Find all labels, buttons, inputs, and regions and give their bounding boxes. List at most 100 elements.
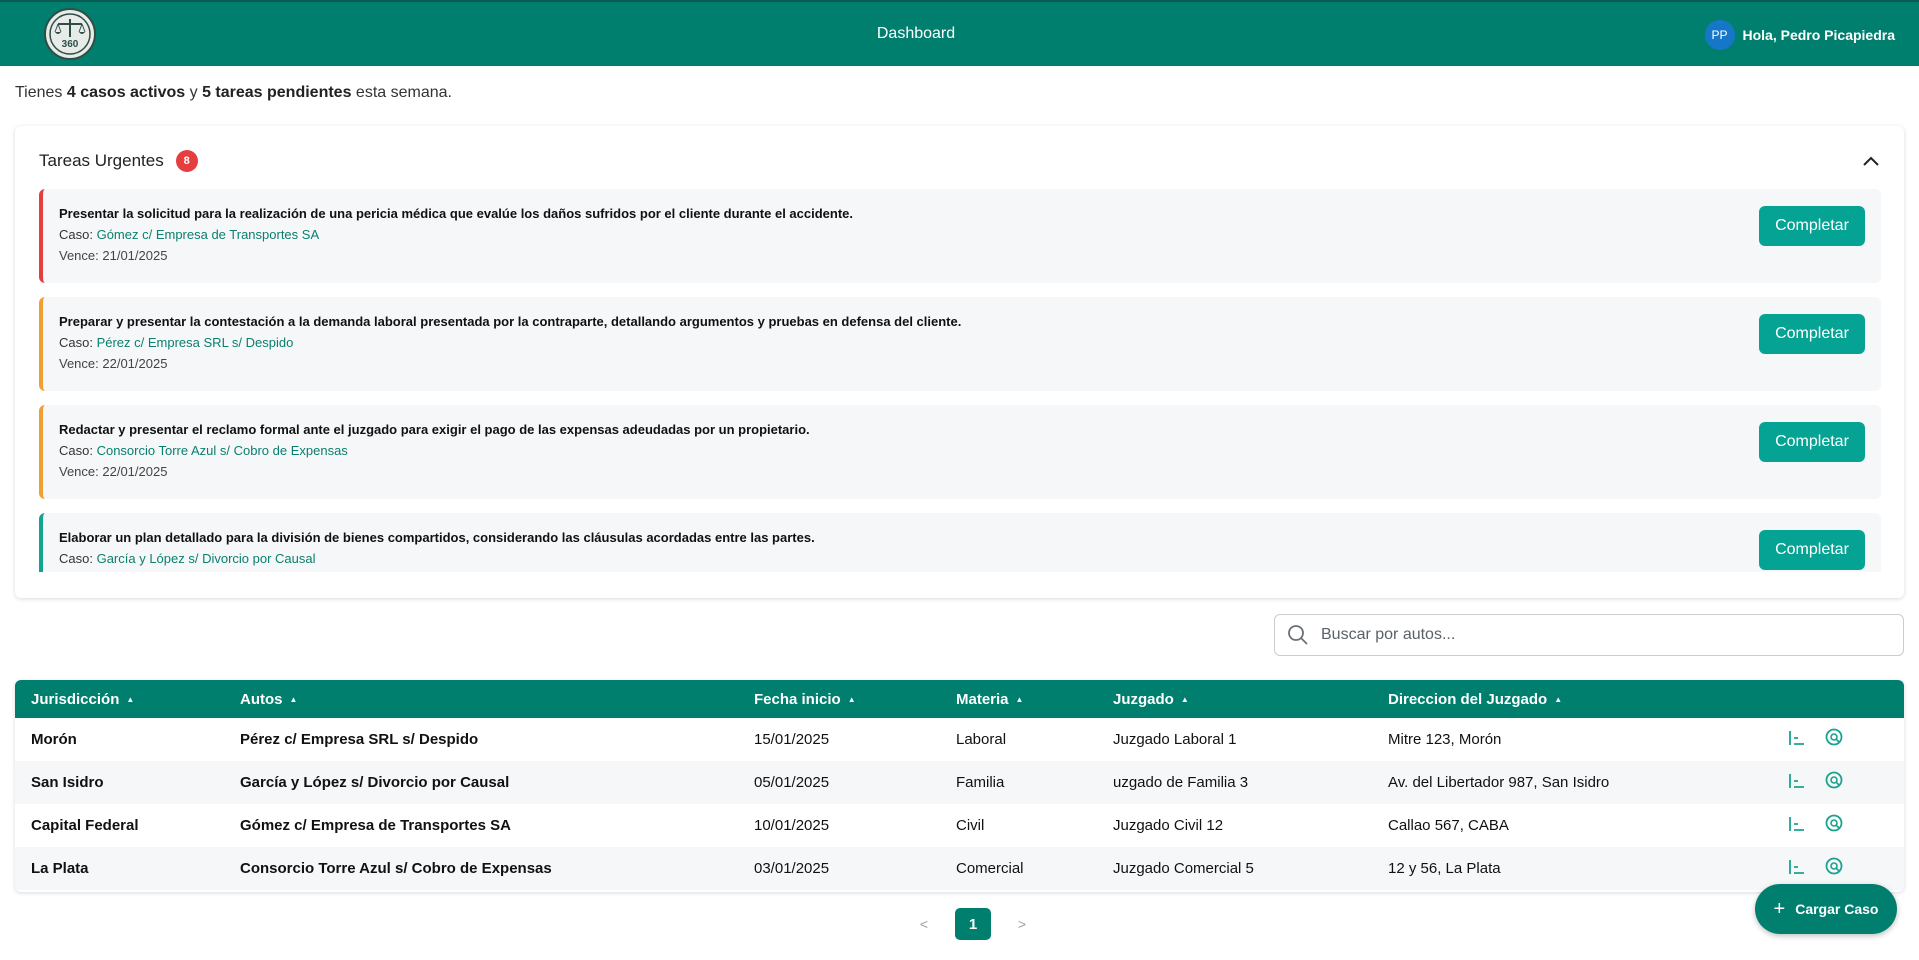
- cell-fecha: 10/01/2025: [754, 817, 830, 834]
- cell-juzgado: Juzgado Civil 12: [1113, 817, 1224, 834]
- search-case-icon[interactable]: [1824, 856, 1846, 878]
- active-cases-count: 4 casos activos: [66, 84, 186, 101]
- task-description: Presentar la solicitud para la realizaci…: [59, 206, 853, 221]
- cell-materia: Laboral: [956, 731, 1007, 748]
- cell-jurisdiccion: La Plata: [31, 860, 89, 877]
- complete-task-button[interactable]: Completar: [1759, 422, 1865, 462]
- task-case: Caso: Pérez c/ Empresa SRL s/ Despido: [59, 335, 1881, 350]
- cell-direccion: Callao 567, CABA: [1388, 817, 1509, 834]
- cell-juzgado: Juzgado Comercial 5: [1113, 860, 1254, 877]
- column-label: Autos: [240, 691, 283, 708]
- task-due-date: 21/01/2025: [102, 248, 168, 263]
- user-menu[interactable]: PP Hola, Pedro Picapiedra: [1704, 20, 1896, 50]
- sort-up-icon: ▲: [1180, 695, 1189, 704]
- urgent-task-list[interactable]: Presentar la solicitud para la realizaci…: [39, 189, 1881, 572]
- complete-task-button[interactable]: Completar: [1759, 206, 1865, 246]
- table-header: Jurisdicción ▲ Autos ▲ Fecha inicio ▲ Mater…: [15, 680, 1904, 718]
- summary-suffix: esta semana.: [351, 84, 452, 101]
- task-case-label: Caso:: [59, 227, 97, 242]
- sort-up-icon: ▲: [126, 695, 135, 704]
- search-case-icon[interactable]: [1824, 727, 1846, 749]
- task-case-link[interactable]: Gómez c/ Empresa de Transportes SA: [97, 227, 320, 242]
- tasks-list-icon[interactable]: [1786, 813, 1808, 835]
- search-input[interactable]: [1321, 626, 1881, 644]
- column-header-juzgado[interactable]: Juzgado ▲: [1113, 691, 1189, 708]
- summary-middle: y: [185, 84, 203, 101]
- task-description: Preparar y presentar la contestación a l…: [59, 314, 962, 329]
- row-actions: [1786, 770, 1862, 792]
- search-case-icon[interactable]: [1824, 813, 1846, 835]
- pending-tasks-count: 5 tareas pendientes: [202, 84, 352, 101]
- weekly-summary: Tienes 4 casos activos y 5 tareas pendie…: [15, 84, 452, 102]
- add-case-button[interactable]: + Cargar Caso: [1755, 884, 1897, 934]
- task-case-label: Caso:: [59, 551, 97, 566]
- cell-fecha: 15/01/2025: [754, 731, 830, 748]
- task-due: Vence: 22/01/2025: [59, 464, 1881, 479]
- avatar: PP: [1704, 20, 1735, 50]
- cell-jurisdiccion: Capital Federal: [31, 817, 139, 834]
- cell-autos: Gómez c/ Empresa de Transportes SA: [240, 817, 511, 834]
- prev-page-button[interactable]: <: [912, 916, 936, 932]
- row-actions: [1786, 813, 1862, 835]
- urgent-tasks-header: Tareas Urgentes 8: [39, 150, 198, 172]
- complete-task-button[interactable]: Completar: [1759, 530, 1865, 570]
- tasks-list-icon[interactable]: [1786, 856, 1808, 878]
- summary-prefix: Tienes: [15, 84, 67, 101]
- column-label: Fecha inicio: [754, 691, 841, 708]
- complete-task-button[interactable]: Completar: [1759, 314, 1865, 354]
- column-label: Direccion del Juzgado: [1388, 691, 1548, 708]
- user-greeting: Hola, Pedro Picapiedra: [1742, 27, 1896, 43]
- column-label: Juzgado: [1113, 691, 1174, 708]
- task-case: Caso: Gómez c/ Empresa de Transportes SA: [59, 227, 1881, 242]
- column-label: Jurisdicción: [31, 691, 120, 708]
- task-item: Preparar y presentar la contestación a l…: [39, 297, 1881, 391]
- task-case: Caso: Consorcio Torre Azul s/ Cobro de E…: [59, 443, 1881, 458]
- search-case-icon[interactable]: [1824, 770, 1846, 792]
- cell-fecha: 03/01/2025: [754, 860, 830, 877]
- table-row[interactable]: San Isidro García y López s/ Divorcio po…: [15, 761, 1904, 804]
- add-case-label: Cargar Caso: [1795, 901, 1879, 917]
- top-navbar: 360 Dashboard PP Hola, Pedro Picapiedra: [0, 0, 1919, 66]
- table-row[interactable]: Morón Pérez c/ Empresa SRL s/ Despido 15…: [15, 718, 1904, 761]
- collapse-button[interactable]: [1860, 150, 1882, 172]
- search-bar: [1274, 614, 1904, 656]
- cell-jurisdiccion: San Isidro: [31, 774, 104, 791]
- sort-up-icon: ▲: [1015, 695, 1024, 704]
- table-row[interactable]: Capital Federal Gómez c/ Empresa de Tran…: [15, 804, 1904, 847]
- task-case-link[interactable]: Pérez c/ Empresa SRL s/ Despido: [97, 335, 294, 350]
- row-actions: [1786, 856, 1862, 878]
- search-icon: [1288, 625, 1308, 645]
- task-due-date: 22/01/2025: [102, 356, 168, 371]
- table-row[interactable]: La Plata Consorcio Torre Azul s/ Cobro d…: [15, 847, 1904, 890]
- task-case: Caso: García y López s/ Divorcio por Cau…: [59, 551, 1881, 566]
- cell-direccion: Mitre 123, Morón: [1388, 731, 1502, 748]
- next-page-button[interactable]: >: [1010, 916, 1034, 932]
- cell-materia: Civil: [956, 817, 985, 834]
- task-item: Elaborar un plan detallado para la divis…: [39, 513, 1881, 572]
- tasks-list-icon[interactable]: [1786, 727, 1808, 749]
- column-label: Materia: [956, 691, 1009, 708]
- tasks-list-icon[interactable]: [1786, 770, 1808, 792]
- task-description: Redactar y presentar el reclamo formal a…: [59, 422, 810, 437]
- column-header-materia[interactable]: Materia ▲: [956, 691, 1023, 708]
- task-due-label: Vence:: [59, 464, 103, 479]
- row-actions: [1786, 727, 1862, 749]
- column-header-fecha-inicio[interactable]: Fecha inicio ▲: [754, 691, 856, 708]
- current-page-button[interactable]: 1: [955, 908, 991, 940]
- task-due-label: Vence:: [59, 356, 103, 371]
- urgent-tasks-count-badge: 8: [175, 150, 198, 172]
- task-case-link[interactable]: García y López s/ Divorcio por Causal: [97, 551, 316, 566]
- column-header-autos[interactable]: Autos ▲: [240, 691, 297, 708]
- sort-up-icon: ▲: [289, 695, 298, 704]
- column-header-jurisdiccion[interactable]: Jurisdicción ▲: [31, 691, 134, 708]
- column-header-direccion[interactable]: Direccion del Juzgado ▲: [1388, 691, 1562, 708]
- task-case-link[interactable]: Consorcio Torre Azul s/ Cobro de Expensa…: [97, 443, 348, 458]
- task-due-label: Vence:: [59, 248, 103, 263]
- cell-materia: Familia: [956, 774, 1005, 791]
- task-case-label: Caso:: [59, 335, 97, 350]
- cell-juzgado: Juzgado Laboral 1: [1113, 731, 1237, 748]
- sort-up-icon: ▲: [847, 695, 856, 704]
- urgent-tasks-panel: Tareas Urgentes 8 Presentar la solicitud…: [15, 126, 1904, 598]
- sort-up-icon: ▲: [1554, 695, 1563, 704]
- cell-direccion: Av. del Libertador 987, San Isidro: [1388, 774, 1610, 791]
